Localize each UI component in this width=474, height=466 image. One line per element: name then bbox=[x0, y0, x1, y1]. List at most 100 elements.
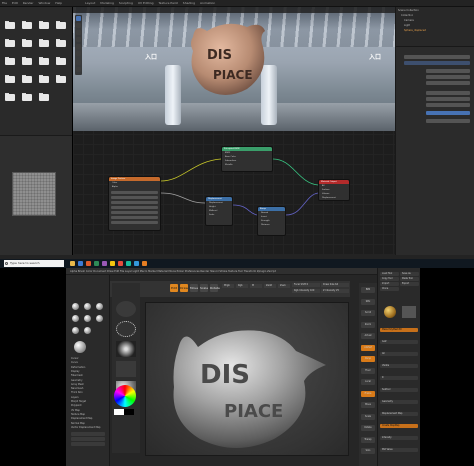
taskbar-app-icon[interactable] bbox=[142, 261, 147, 266]
alpha-icon[interactable] bbox=[116, 341, 136, 357]
taskbar-app-icon[interactable] bbox=[78, 261, 83, 266]
projection-field[interactable] bbox=[111, 206, 158, 209]
shader-node-editor[interactable]: Image Texture Color Alpha Principled BSD… bbox=[73, 131, 395, 255]
taskbar-app-icon[interactable] bbox=[102, 261, 107, 266]
stroke-icon[interactable] bbox=[116, 321, 136, 337]
current-tool-thumbnail[interactable] bbox=[384, 306, 396, 318]
brush-slider[interactable]: M bbox=[250, 284, 262, 288]
displaced-sphere[interactable]: DIS PIACE bbox=[185, 17, 275, 101]
property-field[interactable] bbox=[404, 55, 470, 59]
node-principled-bsdf[interactable]: Principled BSDF BSDF Base Color Subsurfa… bbox=[221, 146, 273, 172]
tool-palette-item[interactable]: Geometry bbox=[380, 400, 418, 404]
menu-button[interactable] bbox=[71, 432, 105, 436]
rotate-tool-icon[interactable] bbox=[76, 37, 81, 42]
brush-slider[interactable]: Zsub bbox=[278, 284, 290, 288]
sculpted-sphere[interactable]: DIS PIACE bbox=[164, 321, 334, 451]
menu-window[interactable]: Window bbox=[38, 1, 50, 5]
shelf-button[interactable]: Local bbox=[361, 379, 375, 385]
property-field[interactable] bbox=[426, 119, 470, 123]
subpalette-item[interactable]: Vector Displacement Map bbox=[71, 426, 100, 430]
shelf-button[interactable]: AAHalf bbox=[361, 344, 375, 351]
tool-palette-item[interactable]: Visible bbox=[380, 364, 418, 368]
select-tool-icon[interactable] bbox=[76, 16, 81, 21]
secondary-color-swatch[interactable] bbox=[124, 409, 134, 415]
shelf-button[interactable]: Rotate bbox=[361, 425, 375, 431]
tool-palette-item[interactable]: Subtool bbox=[380, 388, 418, 392]
folder-icon[interactable] bbox=[22, 39, 32, 47]
brush-icon[interactable] bbox=[84, 303, 91, 310]
brush-slider[interactable]: Focal Shift 0 bbox=[292, 283, 320, 287]
folder-icon[interactable] bbox=[5, 93, 15, 101]
image-file-field[interactable] bbox=[111, 196, 158, 199]
source-field[interactable] bbox=[111, 216, 158, 219]
brush-icon[interactable] bbox=[72, 315, 79, 322]
outliner-row[interactable]: Camera bbox=[404, 19, 414, 23]
3d-viewport[interactable]: 入口 入口 DIS PIACE bbox=[73, 7, 395, 131]
tool-preview-sphere[interactable] bbox=[74, 341, 86, 353]
tool-palette-item[interactable]: GoZ bbox=[380, 340, 418, 344]
tab-layout[interactable]: Layout bbox=[85, 1, 95, 5]
brush-slider[interactable]: Draw Size 64 bbox=[321, 283, 349, 287]
outliner-row[interactable]: Light bbox=[404, 24, 410, 28]
property-field[interactable] bbox=[426, 75, 470, 79]
menu-button[interactable] bbox=[71, 442, 105, 446]
taskbar-app-icon[interactable] bbox=[70, 261, 75, 266]
folder-icon[interactable] bbox=[22, 93, 32, 101]
polymesh-thumbnail[interactable] bbox=[402, 306, 416, 318]
taskbar-search-box[interactable]: Type here to search bbox=[4, 260, 64, 267]
texture-icon[interactable] bbox=[116, 361, 136, 377]
property-field[interactable] bbox=[426, 111, 470, 115]
tool-palette-item[interactable]: R bbox=[380, 376, 418, 380]
taskbar-app-icon[interactable] bbox=[94, 261, 99, 266]
outliner-row[interactable]: Scene Collection bbox=[398, 9, 419, 13]
tool-palette-item[interactable]: Create DispMap bbox=[380, 424, 418, 428]
menu-edit[interactable]: Edit bbox=[12, 1, 18, 5]
brush-icon[interactable] bbox=[72, 327, 79, 334]
shelf-button[interactable]: Floor bbox=[361, 367, 375, 374]
property-field[interactable] bbox=[426, 97, 470, 101]
outliner-row[interactable]: Collection bbox=[401, 14, 413, 18]
extension-field[interactable] bbox=[111, 211, 158, 214]
property-field[interactable] bbox=[404, 61, 470, 65]
interpolation-field[interactable] bbox=[111, 201, 158, 204]
shelf-button[interactable]: Solo bbox=[361, 448, 375, 454]
tool-palette-item[interactable]: Mid Value bbox=[380, 448, 418, 452]
folder-icon[interactable] bbox=[56, 39, 66, 47]
brush-slider[interactable]: Zadd bbox=[264, 284, 276, 288]
primary-color-swatch[interactable] bbox=[114, 409, 124, 415]
shelf-button[interactable]: Frame bbox=[361, 390, 375, 397]
brush-icon[interactable] bbox=[84, 327, 91, 334]
rotate-button[interactable]: Rotate bbox=[210, 284, 220, 292]
tool-palette-item[interactable]: Copy Tool bbox=[380, 277, 399, 281]
move-tool-icon[interactable] bbox=[76, 30, 81, 35]
tab-uv-editing[interactable]: UV Editing bbox=[138, 1, 154, 5]
tool-palette-item[interactable]: Load Tool bbox=[380, 272, 399, 276]
shelf-button[interactable]: BPR bbox=[361, 287, 375, 293]
scale-tool-icon[interactable] bbox=[76, 44, 81, 49]
measure-tool-icon[interactable] bbox=[76, 67, 81, 72]
folder-icon[interactable] bbox=[22, 21, 32, 29]
outliner-row[interactable]: Sphere_displaced bbox=[404, 29, 426, 33]
brush-icon[interactable] bbox=[84, 315, 91, 322]
folder-icon[interactable] bbox=[5, 39, 15, 47]
property-field[interactable] bbox=[426, 81, 470, 85]
folder-icon[interactable] bbox=[22, 75, 32, 83]
draw-button[interactable]: Draw bbox=[180, 284, 188, 292]
zbrush-canvas[interactable]: DIS PIACE bbox=[145, 302, 349, 456]
move-button[interactable]: Move bbox=[190, 284, 198, 292]
folder-icon[interactable] bbox=[56, 57, 66, 65]
shelf-button[interactable]: Zoom bbox=[361, 321, 375, 328]
scale-button[interactable]: Scale bbox=[200, 284, 208, 292]
tool-palette-item[interactable]: All bbox=[380, 352, 418, 356]
brush-slider[interactable]: Rgb Intensity 100 bbox=[292, 289, 320, 293]
tab-shading[interactable]: Shading bbox=[183, 1, 195, 5]
shelf-button[interactable]: Scroll bbox=[361, 310, 375, 316]
zbrush-menubar[interactable]: Alpha Brush Color Document Draw Edit Fil… bbox=[66, 268, 420, 275]
tab-texture-paint[interactable]: Texture Paint bbox=[158, 1, 177, 5]
folder-icon[interactable] bbox=[5, 21, 15, 29]
node-material-output[interactable]: Material Output All Surface Volume Displ… bbox=[318, 179, 350, 201]
standard-brush-icon[interactable] bbox=[116, 301, 136, 317]
menu-button[interactable] bbox=[71, 437, 105, 441]
property-field[interactable] bbox=[426, 103, 470, 107]
folder-icon[interactable] bbox=[5, 75, 15, 83]
